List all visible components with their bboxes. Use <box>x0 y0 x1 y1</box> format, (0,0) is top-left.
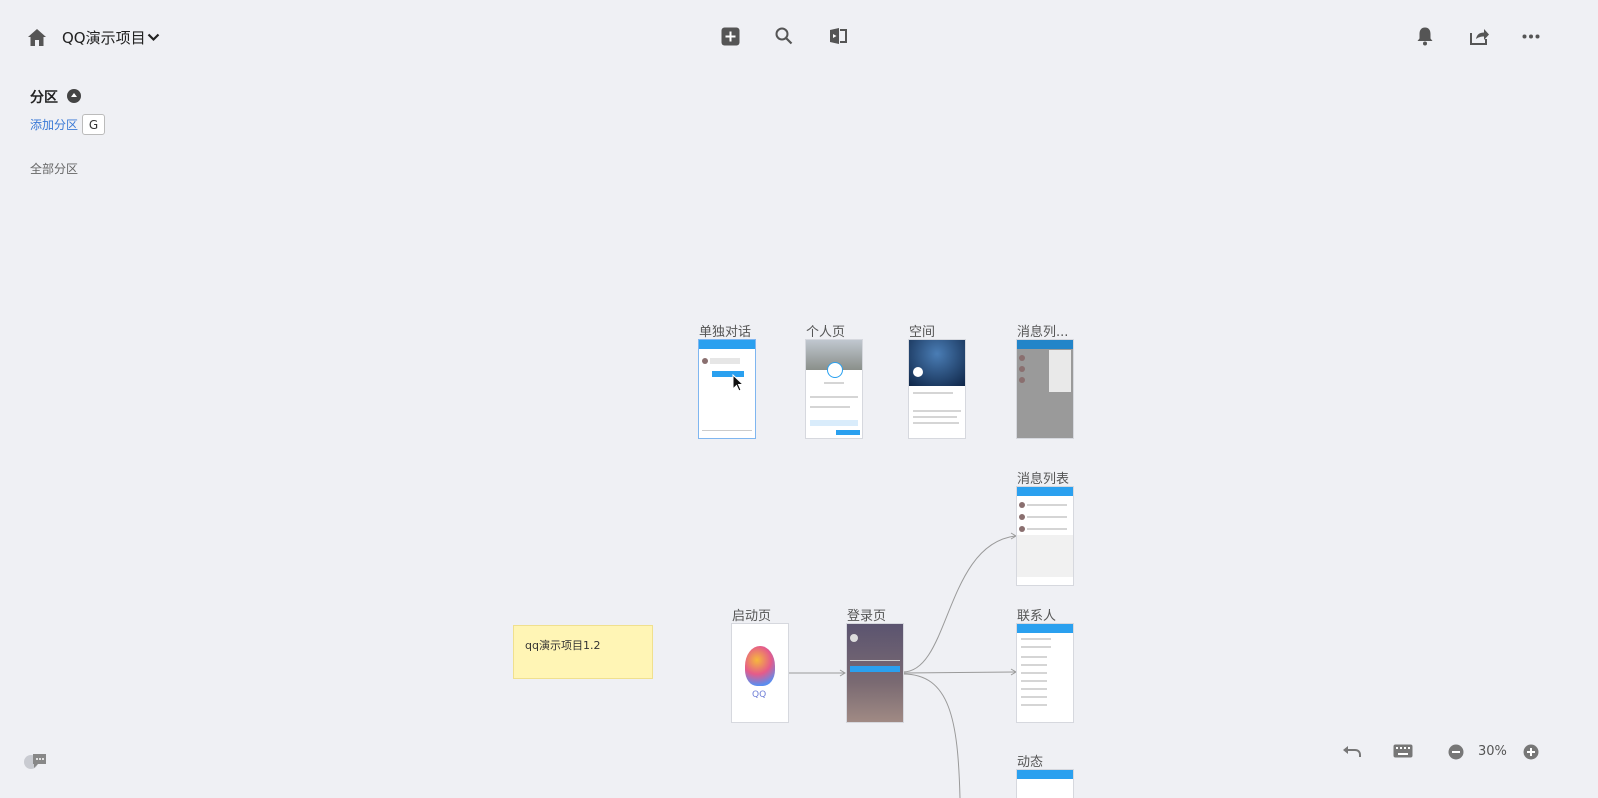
screen-thumbnail-contacts[interactable] <box>1017 624 1073 722</box>
screen-label-message-list-menu: 消息列... <box>1017 325 1069 340</box>
screen-label-single-chat: 单独对话 <box>699 325 752 340</box>
zoom-out-icon[interactable] <box>1446 742 1466 762</box>
screen-label-login: 登录页 <box>847 609 887 624</box>
screen-thumbnail-message-list-menu[interactable] <box>1017 340 1073 438</box>
screen-label-launch: 启动页 <box>732 609 772 624</box>
sticky-note[interactable]: qq演示项目1.2 <box>513 625 653 679</box>
screen-thumbnail-feed[interactable] <box>1017 770 1073 798</box>
keyboard-icon[interactable] <box>1392 742 1414 760</box>
screen-thumbnail-launch[interactable]: QQ <box>732 624 788 722</box>
screen-thumbnail-space[interactable] <box>909 340 965 438</box>
screen-thumbnail-single-chat[interactable] <box>699 340 755 438</box>
sticky-note-text: qq演示项目1.2 <box>525 639 601 652</box>
chat-support-icon[interactable] <box>22 752 48 772</box>
zoom-level: 30% <box>1478 744 1507 759</box>
flow-connectors <box>788 532 1017 798</box>
screen-label-space: 空间 <box>909 325 936 340</box>
screen-thumbnail-login[interactable] <box>847 624 903 722</box>
screen-label-contacts: 联系人 <box>1017 609 1057 624</box>
screen-thumbnail-message-list[interactable] <box>1017 487 1073 585</box>
screen-label-feed: 动态 <box>1017 755 1044 770</box>
screen-label-message-list: 消息列表 <box>1017 472 1070 487</box>
screen-label-profile: 个人页 <box>806 325 846 340</box>
zoom-in-icon[interactable] <box>1521 742 1541 762</box>
cursor-icon <box>732 374 745 392</box>
screen-thumbnail-profile[interactable] <box>806 340 862 438</box>
undo-icon[interactable] <box>1341 742 1363 762</box>
